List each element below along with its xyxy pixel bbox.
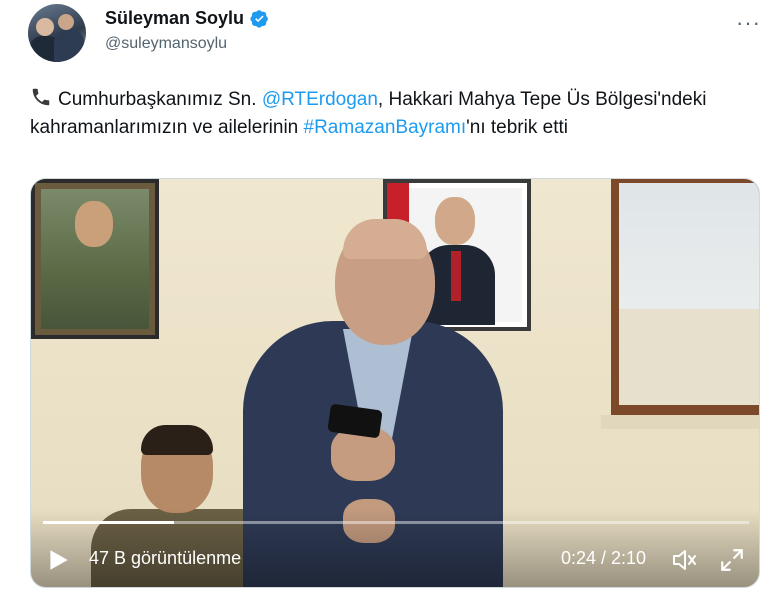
video-player[interactable]: 47 B görüntülenme 0:24 / 2:10	[30, 178, 760, 588]
author-handle[interactable]: @suleymansoylu	[105, 35, 227, 53]
tweet-text-part3: 'nı tebrik etti	[466, 117, 568, 138]
hashtag-link[interactable]: #RamazanBayramı	[304, 117, 467, 138]
telephone-icon	[32, 88, 50, 106]
tweet-text: Cumhurbaşkanımız Sn. @RTErdogan, Hakkari…	[30, 86, 740, 142]
volume-muted-icon[interactable]	[671, 547, 699, 573]
play-icon[interactable]	[45, 547, 71, 573]
mention-link[interactable]: @RTErdogan	[262, 89, 378, 110]
video-progress-fill	[43, 521, 174, 524]
tweet-text-part1: Cumhurbaşkanımız Sn.	[58, 89, 262, 110]
video-time: 0:24 / 2:10	[561, 548, 647, 568]
portrait-frame-left	[31, 179, 159, 339]
verified-badge-icon	[250, 10, 268, 28]
more-options-icon[interactable]: ···	[736, 10, 761, 36]
window	[601, 179, 759, 429]
avatar[interactable]	[28, 4, 86, 62]
author-name-row[interactable]: Süleyman Soylu	[105, 8, 269, 29]
view-count: 47 B görüntülenme	[89, 548, 242, 568]
author-name[interactable]: Süleyman Soylu	[105, 8, 244, 29]
video-progress-bar[interactable]	[43, 521, 749, 524]
fullscreen-icon[interactable]	[719, 547, 745, 573]
